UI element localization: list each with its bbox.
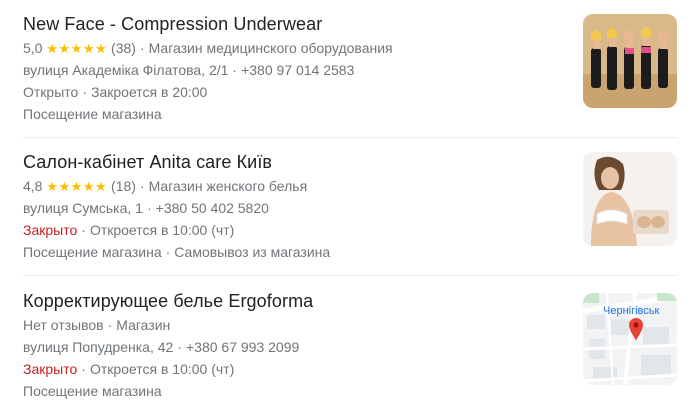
status-open: Открыто bbox=[23, 84, 79, 100]
rating-line: 5,0 ★★★★★ (38) · Магазин медицинского обор… bbox=[23, 40, 393, 56]
star-rating-icon: ★★★★★ bbox=[46, 41, 108, 56]
phone[interactable]: +380 97 014 2583 bbox=[241, 62, 354, 78]
listing-ergoforma[interactable]: Корректирующее белье Ergoforma Нет отзыв… bbox=[23, 291, 678, 401]
star-rating-icon: ★★★★★ bbox=[46, 179, 108, 194]
hours-line: Закрыто · Откроется в 10:00 (чт) bbox=[23, 222, 235, 238]
rating-value: 5,0 bbox=[23, 40, 43, 56]
category: Магазин медицинского оборудования bbox=[148, 40, 393, 56]
status-closed: Закрыто bbox=[23, 222, 78, 238]
service: Посещение магазина bbox=[23, 106, 162, 122]
review-count[interactable]: (18) bbox=[111, 178, 136, 194]
address-line: вулиця Попудренка, 42 · +380 67 993 2099 bbox=[23, 339, 300, 355]
listing-title[interactable]: Салон-кабінет Anita care Київ bbox=[23, 152, 272, 173]
phone[interactable]: +380 67 993 2099 bbox=[186, 339, 299, 355]
listing-anita-care[interactable]: Салон-кабінет Anita care Київ 4,8 ★★★★★ … bbox=[23, 152, 678, 262]
hours-line: Открыто · Закроется в 20:00 bbox=[23, 84, 208, 100]
listing-new-face[interactable]: New Face - Compression Underwear 5,0 ★★★… bbox=[23, 14, 678, 124]
address: вулиця Попудренка, 42 bbox=[23, 339, 174, 355]
listing-title[interactable]: New Face - Compression Underwear bbox=[23, 14, 322, 35]
service: Посещение магазина bbox=[23, 244, 162, 260]
divider bbox=[23, 275, 678, 276]
map-street-label: Чернігівськ bbox=[603, 305, 659, 317]
service-2: Самовывоз из магазина bbox=[174, 244, 331, 260]
service: Посещение магазина bbox=[23, 383, 162, 399]
listing-title[interactable]: Корректирующее белье Ergoforma bbox=[23, 291, 313, 312]
review-count[interactable]: (38) bbox=[111, 40, 136, 56]
services-line: Посещение магазина bbox=[23, 383, 162, 399]
phone[interactable]: +380 50 402 5820 bbox=[156, 200, 269, 216]
hours: Откроется в 10:00 (чт) bbox=[89, 361, 235, 377]
listing-photo[interactable] bbox=[583, 14, 677, 108]
services-line: Посещение магазина bbox=[23, 106, 162, 122]
category: Магазин bbox=[116, 317, 171, 333]
services-line: Посещение магазина · Самовывоз из магазина bbox=[23, 244, 331, 260]
rating-value: 4,8 bbox=[23, 178, 43, 194]
address-line: вулиця Сумська, 1 · +380 50 402 5820 bbox=[23, 200, 269, 216]
rating-line: 4,8 ★★★★★ (18) · Магазин женского белья bbox=[23, 178, 308, 194]
address: вулиця Академіка Філатова, 2/1 bbox=[23, 62, 229, 78]
rating-line: Нет отзывов · Магазин bbox=[23, 317, 171, 333]
hours-line: Закрыто · Откроется в 10:00 (чт) bbox=[23, 361, 235, 377]
no-reviews: Нет отзывов bbox=[23, 317, 104, 333]
category: Магазин женского белья bbox=[148, 178, 308, 194]
address-line: вулиця Академіка Філатова, 2/1 · +380 97 0… bbox=[23, 62, 355, 78]
divider bbox=[23, 137, 678, 138]
map-thumbnail[interactable]: Чернігівськ bbox=[583, 293, 677, 385]
hours: Откроется в 10:00 (чт) bbox=[89, 222, 235, 238]
hours: Закроется в 20:00 bbox=[91, 84, 208, 100]
listing-photo[interactable] bbox=[583, 152, 677, 246]
status-closed: Закрыто bbox=[23, 361, 78, 377]
address: вулиця Сумська, 1 bbox=[23, 200, 143, 216]
